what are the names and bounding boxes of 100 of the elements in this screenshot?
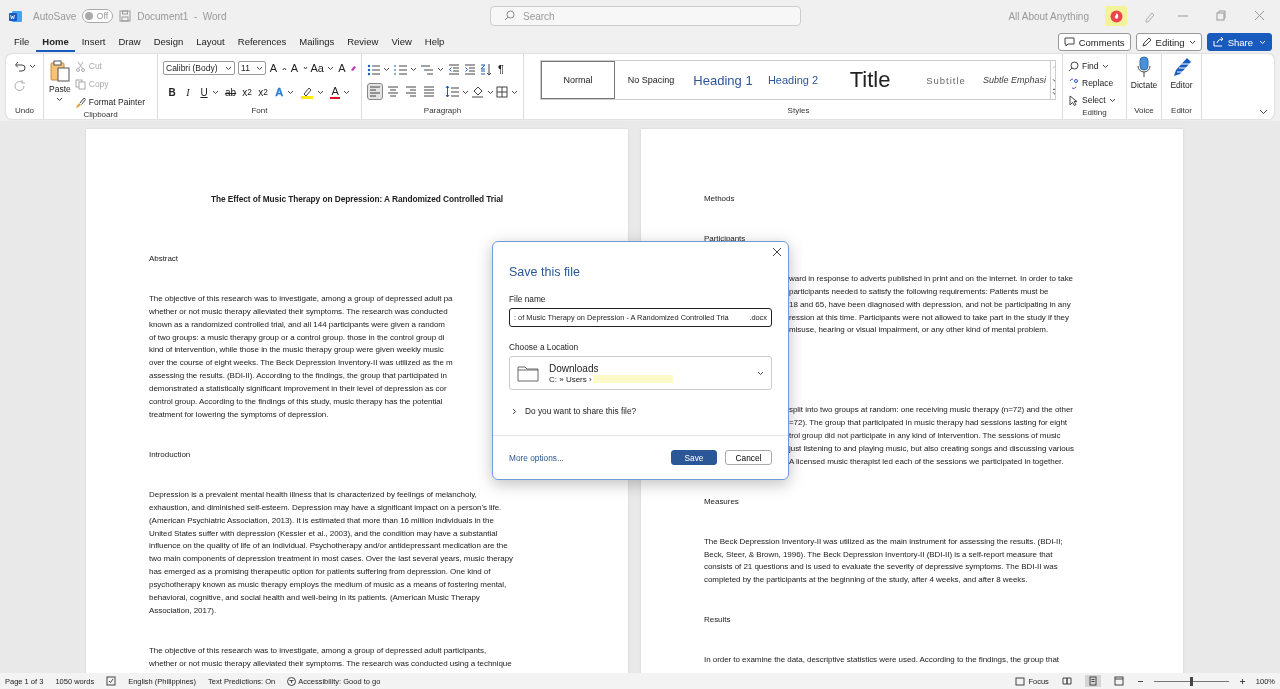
- strikethrough-button[interactable]: ab: [225, 86, 237, 98]
- caret-icon[interactable]: [383, 66, 390, 72]
- more-options-link[interactable]: More options...: [509, 452, 564, 463]
- body-text-line: ward in response to adverts published in print and on the internet. In order to take: [789, 272, 1073, 285]
- caret-icon: [1101, 63, 1109, 69]
- select-button[interactable]: Select: [1068, 92, 1121, 108]
- group-label: Voice: [1133, 106, 1155, 117]
- share-expander[interactable]: Do you want to share this file?: [509, 406, 772, 416]
- bullets-icon[interactable]: [367, 62, 380, 76]
- ribbon-tab[interactable]: Help: [418, 32, 451, 52]
- proofing-icon[interactable]: [106, 676, 117, 686]
- body-text-line: assessing the results. (BDI-II). According to the findings, the group that participated in: [149, 370, 447, 383]
- replace-button[interactable]: Replace: [1068, 75, 1121, 91]
- align-right-button[interactable]: [403, 83, 419, 100]
- caret-icon[interactable]: [317, 89, 325, 95]
- ribbon-tab[interactable]: Layout: [190, 32, 231, 52]
- body-text-line: In order to examine the data, descriptive statistics were used. According to the findings, the group that: [704, 654, 1059, 667]
- field-label: File name: [509, 294, 547, 304]
- body-text-line: trol group did not participate in any kind of intervention. The sessions of music: [789, 430, 1061, 443]
- body-text-line: of two groups: a music therapy group or a control group. those in the control group di: [149, 331, 445, 344]
- search-field[interactable]: Search: [490, 6, 801, 26]
- borders-icon[interactable]: [496, 85, 508, 98]
- paste-button[interactable]: Paste: [49, 58, 71, 110]
- align-left-button[interactable]: [367, 83, 383, 100]
- ribbon-tab[interactable]: Design: [147, 32, 190, 52]
- ribbon-tab[interactable]: Mailings: [293, 32, 341, 52]
- change-case-button[interactable]: Aa: [310, 62, 324, 74]
- style-option[interactable]: No Spacing: [615, 61, 687, 99]
- font-size-dropdown[interactable]: 11: [238, 61, 266, 75]
- grow-font-button[interactable]: A: [268, 62, 279, 74]
- highlighter-icon[interactable]: [300, 85, 315, 99]
- caret-icon[interactable]: [462, 88, 469, 95]
- underline-button[interactable]: U: [199, 86, 209, 98]
- ribbon-tab[interactable]: View: [385, 32, 418, 52]
- caret-icon[interactable]: [287, 89, 295, 95]
- word-logo-icon[interactable]: [9, 9, 22, 23]
- editor-button[interactable]: Editor: [1170, 54, 1193, 106]
- sort-icon[interactable]: [480, 62, 492, 76]
- collapse-ribbon-icon[interactable]: [1259, 108, 1268, 115]
- body-text-line: consists of 21 questions and is used to evaluate the severity of depressive symptoms. The BDI-II was: [704, 561, 1058, 574]
- italic-button[interactable]: I: [183, 86, 193, 98]
- group-label: Paragraph: [422, 106, 463, 117]
- body-text-line: known as a randomized controlled trial, and all 144 participants were given a random: [149, 318, 445, 331]
- style-option[interactable]: Heading 1: [687, 61, 759, 99]
- bold-button[interactable]: B: [167, 86, 177, 98]
- account-name: All About Anything: [1008, 10, 1089, 22]
- close-icon[interactable]: [772, 247, 782, 257]
- caret-icon[interactable]: [511, 88, 518, 95]
- ribbon-tab[interactable]: References: [231, 32, 293, 52]
- caret-icon[interactable]: [212, 89, 219, 95]
- style-option[interactable]: Normal: [541, 61, 615, 99]
- zoom-in-icon[interactable]: [1238, 677, 1246, 685]
- style-option[interactable]: Heading 2: [759, 61, 827, 99]
- decrease-indent-icon[interactable]: [448, 63, 460, 75]
- zoom-slider-thumb[interactable]: [1189, 676, 1193, 686]
- location-dropdown[interactable]: Downloads C: » Users ›: [509, 356, 772, 390]
- ribbon-tab[interactable]: File: [8, 32, 36, 52]
- dictate-button[interactable]: Dictate: [1130, 54, 1158, 106]
- paint-bucket-icon[interactable]: [471, 85, 484, 98]
- group-label: Undo: [13, 106, 36, 117]
- line-spacing-icon[interactable]: [445, 85, 459, 98]
- caret-icon[interactable]: [29, 63, 36, 69]
- caret-icon[interactable]: [410, 66, 417, 72]
- cancel-button[interactable]: Cancel: [725, 450, 772, 465]
- dialog-title: Save this file: [509, 265, 581, 279]
- comments-button[interactable]: Comments: [1057, 33, 1131, 51]
- replace-icon: [1068, 77, 1079, 89]
- caret-icon[interactable]: [343, 89, 351, 95]
- multilevel-list-icon[interactable]: [421, 62, 434, 76]
- caret-icon[interactable]: [327, 65, 334, 71]
- caret-icon[interactable]: [487, 88, 494, 95]
- body-text-line: Depression is a prevalent mental health illness that is characterized by feelings of melancholy,: [149, 488, 477, 501]
- group-label: Clipboard: [82, 110, 119, 119]
- save-button[interactable]: Save: [671, 450, 717, 465]
- increase-indent-icon[interactable]: [464, 63, 476, 75]
- avatar[interactable]: [1105, 6, 1127, 26]
- align-center-button[interactable]: [385, 83, 401, 100]
- format-painter-button[interactable]: Format Painter: [74, 94, 145, 110]
- ribbon-tab[interactable]: Draw: [112, 32, 147, 52]
- text-effects-button[interactable]: A: [274, 86, 285, 98]
- body-text-line: two main components of depression treatment in most cases. Over the last several years, music therapy: [149, 553, 513, 566]
- font-color-button[interactable]: A: [330, 85, 341, 99]
- find-button[interactable]: Find: [1068, 58, 1121, 74]
- editing-mode-button[interactable]: Editing: [1135, 33, 1202, 51]
- style-option[interactable]: Subtle Emphasi: [979, 61, 1051, 99]
- print-view-button[interactable]: [1084, 675, 1101, 687]
- ribbon-tab[interactable]: Insert: [75, 32, 112, 52]
- align-justify-button[interactable]: [421, 83, 437, 100]
- style-option[interactable]: Title: [827, 61, 913, 99]
- share-button[interactable]: Share: [1206, 33, 1272, 51]
- style-option[interactable]: Subtitle: [913, 61, 979, 99]
- font-family-dropdown[interactable]: Calibri (Body): [163, 61, 236, 75]
- caret-icon[interactable]: [437, 66, 444, 72]
- web-view-icon: [1113, 676, 1124, 686]
- formatting-marks-button[interactable]: ¶: [496, 63, 506, 75]
- shrink-font-button[interactable]: A: [289, 62, 300, 74]
- clear-formatting-button[interactable]: A: [337, 62, 347, 74]
- undo-icon[interactable]: [14, 60, 26, 72]
- ribbon-tab[interactable]: Review: [341, 32, 385, 52]
- ribbon-tab[interactable]: Home: [36, 32, 75, 52]
